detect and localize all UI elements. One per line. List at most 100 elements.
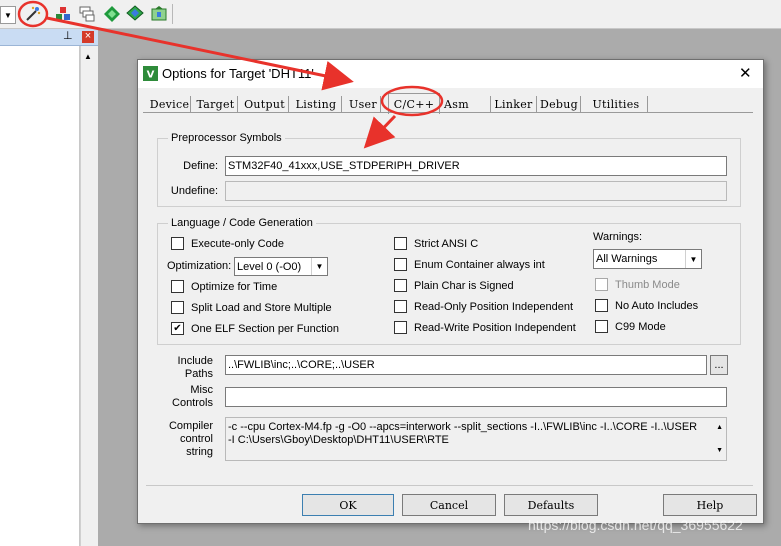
checkbox-label: Enum Container always int (414, 258, 545, 271)
project-tree-scrollbar[interactable]: ▲ (80, 46, 98, 546)
tab-label: Target (196, 97, 235, 111)
tab-label: User (349, 97, 377, 111)
checkbox-label: Read-Write Position Independent (414, 321, 576, 334)
label-line: string (186, 446, 213, 458)
rw-position-checkbox[interactable]: Read-Write Position Independent (394, 321, 576, 334)
svg-text:V: V (147, 70, 155, 81)
components-icon (56, 7, 70, 20)
ro-position-checkbox[interactable]: Read-Only Position Independent (394, 300, 573, 313)
manage-components-button[interactable] (54, 5, 72, 23)
select-packs-button[interactable] (126, 5, 144, 23)
tab-utilities[interactable]: Utilities (585, 96, 648, 112)
optimization-select[interactable]: Level 0 (-O0) ▼ (234, 257, 328, 276)
undefine-input[interactable] (225, 181, 727, 201)
checkbox-box (171, 237, 184, 250)
label-line: Paths (184, 368, 213, 380)
compiler-string-textarea[interactable]: -c --cpu Cortex-M4.fp -g -O0 --apcs=inte… (225, 417, 727, 461)
label-line: Compiler (168, 420, 213, 432)
defaults-button[interactable]: Defaults (504, 494, 598, 516)
misc-controls-input[interactable] (225, 387, 727, 407)
define-input[interactable]: STM32F40_41xxx,USE_STDPERIPH_DRIVER (225, 156, 727, 176)
checkmark-icon: ✔ (171, 322, 184, 335)
label-line: control (179, 433, 213, 445)
scroll-down-icon[interactable]: ▼ (716, 444, 723, 457)
strict-ansi-checkbox[interactable]: Strict ANSI C (394, 237, 478, 250)
enum-container-checkbox[interactable]: Enum Container always int (394, 258, 545, 271)
file-extensions-button[interactable] (78, 5, 96, 23)
tab-device[interactable]: Device (149, 96, 191, 112)
one-elf-checkbox[interactable]: ✔ One ELF Section per Function (171, 322, 339, 335)
chevron-down-icon: ▼ (685, 250, 701, 268)
target-options-button[interactable] (24, 5, 42, 23)
warnings-select[interactable]: All Warnings ▼ (593, 249, 702, 269)
tab-label: Linker (494, 97, 533, 111)
pack-update-button[interactable] (150, 5, 168, 23)
checkbox-box (595, 278, 608, 291)
misc-controls-label: Misc Controls (158, 384, 213, 410)
cancel-button[interactable]: Cancel (402, 494, 496, 516)
package-icon (151, 6, 167, 21)
checkbox-box (394, 258, 407, 271)
checkbox-box (394, 279, 407, 292)
language-group-label: Language / Code Generation (168, 217, 316, 229)
button-bar-divider (146, 485, 753, 486)
tab-cpp[interactable]: C/C++ (388, 93, 440, 114)
chevron-down-icon: ▼ (4, 10, 12, 20)
tab-debug[interactable]: Debug (538, 96, 581, 112)
checkbox-box (394, 321, 407, 334)
scroll-up-icon[interactable]: ▲ (84, 52, 92, 61)
keil-logo-icon: V (143, 66, 158, 81)
dialog-title: Options for Target 'DHT11' (162, 66, 314, 81)
checkbox-box (171, 301, 184, 314)
tab-label: C/C++ (393, 97, 435, 111)
plain-char-checkbox[interactable]: Plain Char is Signed (394, 279, 514, 292)
split-load-checkbox[interactable]: Split Load and Store Multiple (171, 301, 332, 314)
no-auto-includes-checkbox[interactable]: No Auto Includes (595, 299, 698, 312)
select-value: All Warnings (596, 253, 658, 265)
tab-label: Output (244, 97, 285, 111)
project-panel-header: ⊥ × (0, 29, 98, 46)
include-browse-button[interactable]: ... (710, 355, 728, 375)
pack-installer-button[interactable] (103, 5, 121, 23)
checkbox-label: Execute-only Code (191, 237, 284, 250)
preprocessor-group-label: Preprocessor Symbols (168, 132, 285, 144)
toolbar-dropdown-button[interactable]: ▼ (0, 6, 16, 24)
panel-close-icon[interactable]: × (82, 31, 94, 43)
tab-linker[interactable]: Linker (490, 96, 537, 112)
checkbox-box (394, 300, 407, 313)
compiler-string-label: Compiler control string (158, 420, 213, 459)
toolbar-divider (172, 4, 173, 24)
compiler-string-line: -c --cpu Cortex-M4.fp -g -O0 --apcs=inte… (228, 421, 698, 433)
execute-only-checkbox[interactable]: Execute-only Code (171, 237, 284, 250)
pin-icon[interactable]: ⊥ (63, 29, 73, 42)
tab-label: Device (149, 97, 190, 111)
thumb-mode-checkbox[interactable]: Thumb Mode (595, 278, 680, 291)
tab-label: Listing (295, 97, 337, 111)
help-button[interactable]: Help (663, 494, 757, 516)
dialog-close-icon[interactable]: ✕ (739, 64, 752, 82)
tab-user[interactable]: User (346, 96, 381, 112)
checkbox-box (171, 280, 184, 293)
define-label: Define: (183, 160, 218, 172)
project-tree[interactable] (0, 46, 80, 546)
optimize-time-checkbox[interactable]: Optimize for Time (171, 280, 277, 293)
include-paths-input[interactable]: ..\FWLIB\inc;..\CORE;..\USER (225, 355, 707, 375)
include-paths-label: Include Paths (158, 355, 213, 381)
tab-listing[interactable]: Listing (291, 96, 342, 112)
scroll-up-icon[interactable]: ▲ (716, 421, 723, 434)
c99-mode-checkbox[interactable]: C99 Mode (595, 320, 666, 333)
tab-target[interactable]: Target (194, 96, 238, 112)
checkbox-box (394, 237, 407, 250)
checkbox-label: No Auto Includes (615, 299, 699, 312)
tab-output[interactable]: Output (241, 96, 289, 112)
tab-label: Debug (540, 97, 578, 111)
diamond-stack-icon (126, 5, 144, 21)
warnings-label: Warnings: (593, 231, 643, 243)
ok-button[interactable]: OK (302, 494, 394, 516)
checkbox-label: Plain Char is Signed (414, 279, 514, 292)
label-line: Misc (190, 384, 213, 396)
checkbox-label: Split Load and Store Multiple (191, 301, 332, 314)
dialog-titlebar[interactable]: V Options for Target 'DHT11' ✕ (138, 60, 763, 88)
tab-label: Asm (444, 97, 469, 111)
tab-asm[interactable]: Asm (444, 96, 484, 112)
